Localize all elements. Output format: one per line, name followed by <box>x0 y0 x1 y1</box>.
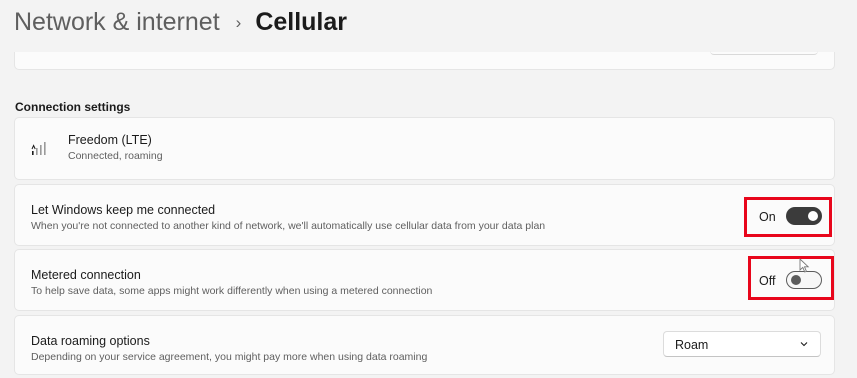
breadcrumb: Network & internet › Cellular <box>14 8 347 37</box>
keep-connected-setting: Let Windows keep me connected When you'r… <box>14 184 835 246</box>
roaming-options-dropdown[interactable]: Roam <box>663 331 821 357</box>
network-status: Connected, roaming <box>68 150 163 162</box>
breadcrumb-separator-icon: › <box>235 12 242 32</box>
network-connection-card[interactable]: Freedom (LTE) Connected, roaming <box>14 117 835 180</box>
mouse-cursor-icon <box>799 258 810 273</box>
keep-connected-highlight-box <box>744 197 832 237</box>
metered-connection-title: Metered connection <box>31 268 141 282</box>
metered-connection-setting: Metered connection To help save data, so… <box>14 249 835 311</box>
chevron-down-icon <box>800 342 808 347</box>
roaming-selected-value: Roam <box>675 338 709 352</box>
page-title: Cellular <box>255 8 348 36</box>
cellular-signal-icon <box>31 142 46 155</box>
metered-connection-highlight-box <box>748 256 834 300</box>
keep-connected-description: When you're not connected to another kin… <box>31 220 546 232</box>
data-roaming-title: Data roaming options <box>31 334 150 348</box>
breadcrumb-network-internet-link[interactable]: Network & internet <box>14 8 220 37</box>
keep-connected-title: Let Windows keep me connected <box>31 203 216 217</box>
previous-settings-card <box>14 52 835 70</box>
section-header-connection-settings: Connection settings <box>15 100 131 114</box>
previous-card-button-edge[interactable] <box>710 51 818 55</box>
data-roaming-description: Depending on your service agreement, you… <box>31 351 428 363</box>
metered-connection-description: To help save data, some apps might work … <box>31 285 433 297</box>
network-name: Freedom (LTE) <box>68 133 152 147</box>
